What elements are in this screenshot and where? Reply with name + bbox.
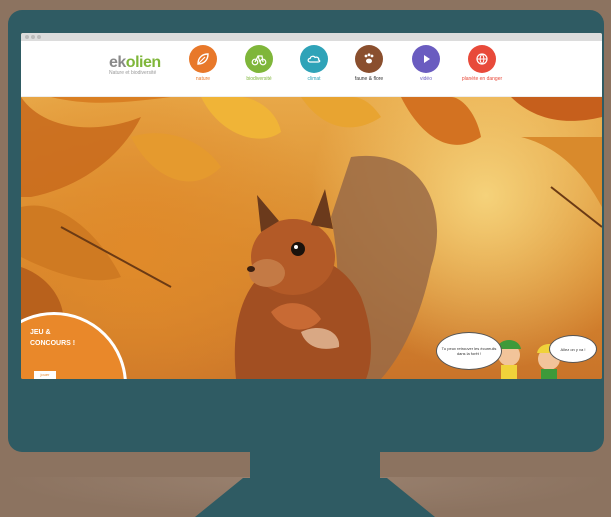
nav-item-label: climat — [307, 76, 321, 82]
nav-item-climat[interactable]: climat — [289, 45, 339, 82]
globe-icon — [468, 45, 496, 73]
nav-item-nature[interactable]: nature — [178, 45, 228, 82]
window-maximize-icon[interactable] — [37, 35, 41, 39]
nav-item-faune-flore[interactable]: faune & flore — [344, 45, 394, 82]
contest-title-line1: JEU & — [30, 329, 51, 336]
nav-item-biodiversite[interactable]: biodiversité — [234, 45, 284, 82]
speech-bubble-left: Tu peux retrouver les écureuils dans la … — [436, 332, 502, 370]
logo-text-part1: ek — [109, 54, 126, 71]
leaf-icon — [189, 45, 217, 73]
window-close-icon[interactable] — [25, 35, 29, 39]
nav-item-planete-danger[interactable]: planète en danger — [457, 45, 507, 82]
nav-item-label: planète en danger — [461, 76, 503, 82]
squirrel-image — [234, 155, 438, 379]
bicycle-icon — [245, 45, 273, 73]
cloud-icon — [300, 45, 328, 73]
speech-bubble-text: Tu peux retrouver les écureuils dans la … — [441, 346, 497, 356]
site-logo[interactable]: ekolien Nature et biodiversité — [109, 54, 175, 80]
nav-item-label: vidéo — [420, 76, 432, 82]
window-minimize-icon[interactable] — [31, 35, 35, 39]
nav-item-video[interactable]: vidéo — [401, 45, 451, 82]
play-contest-button[interactable]: jouer — [34, 371, 56, 379]
hero-banner: Tu peux retrouver les écureuils dans la … — [21, 97, 602, 379]
speech-bubble-text: Allez on y va ! — [560, 346, 586, 352]
speech-bubble-right: Allez on y va ! — [549, 335, 597, 363]
play-icon — [412, 45, 440, 73]
nav-item-label: nature — [195, 76, 211, 82]
nav-item-label: biodiversité — [246, 76, 272, 82]
logo-tagline: Nature et biodiversité — [109, 70, 157, 76]
pawprint-icon — [355, 45, 383, 73]
logo-text-part2: olien — [125, 54, 161, 71]
nav-item-label: faune & flore — [354, 76, 384, 82]
monitor-screen: ekolien Nature et biodiversité nature bi… — [21, 33, 602, 379]
contest-title-line2: CONCOURS ! — [30, 340, 76, 347]
site-header: ekolien Nature et biodiversité nature bi… — [21, 41, 602, 97]
